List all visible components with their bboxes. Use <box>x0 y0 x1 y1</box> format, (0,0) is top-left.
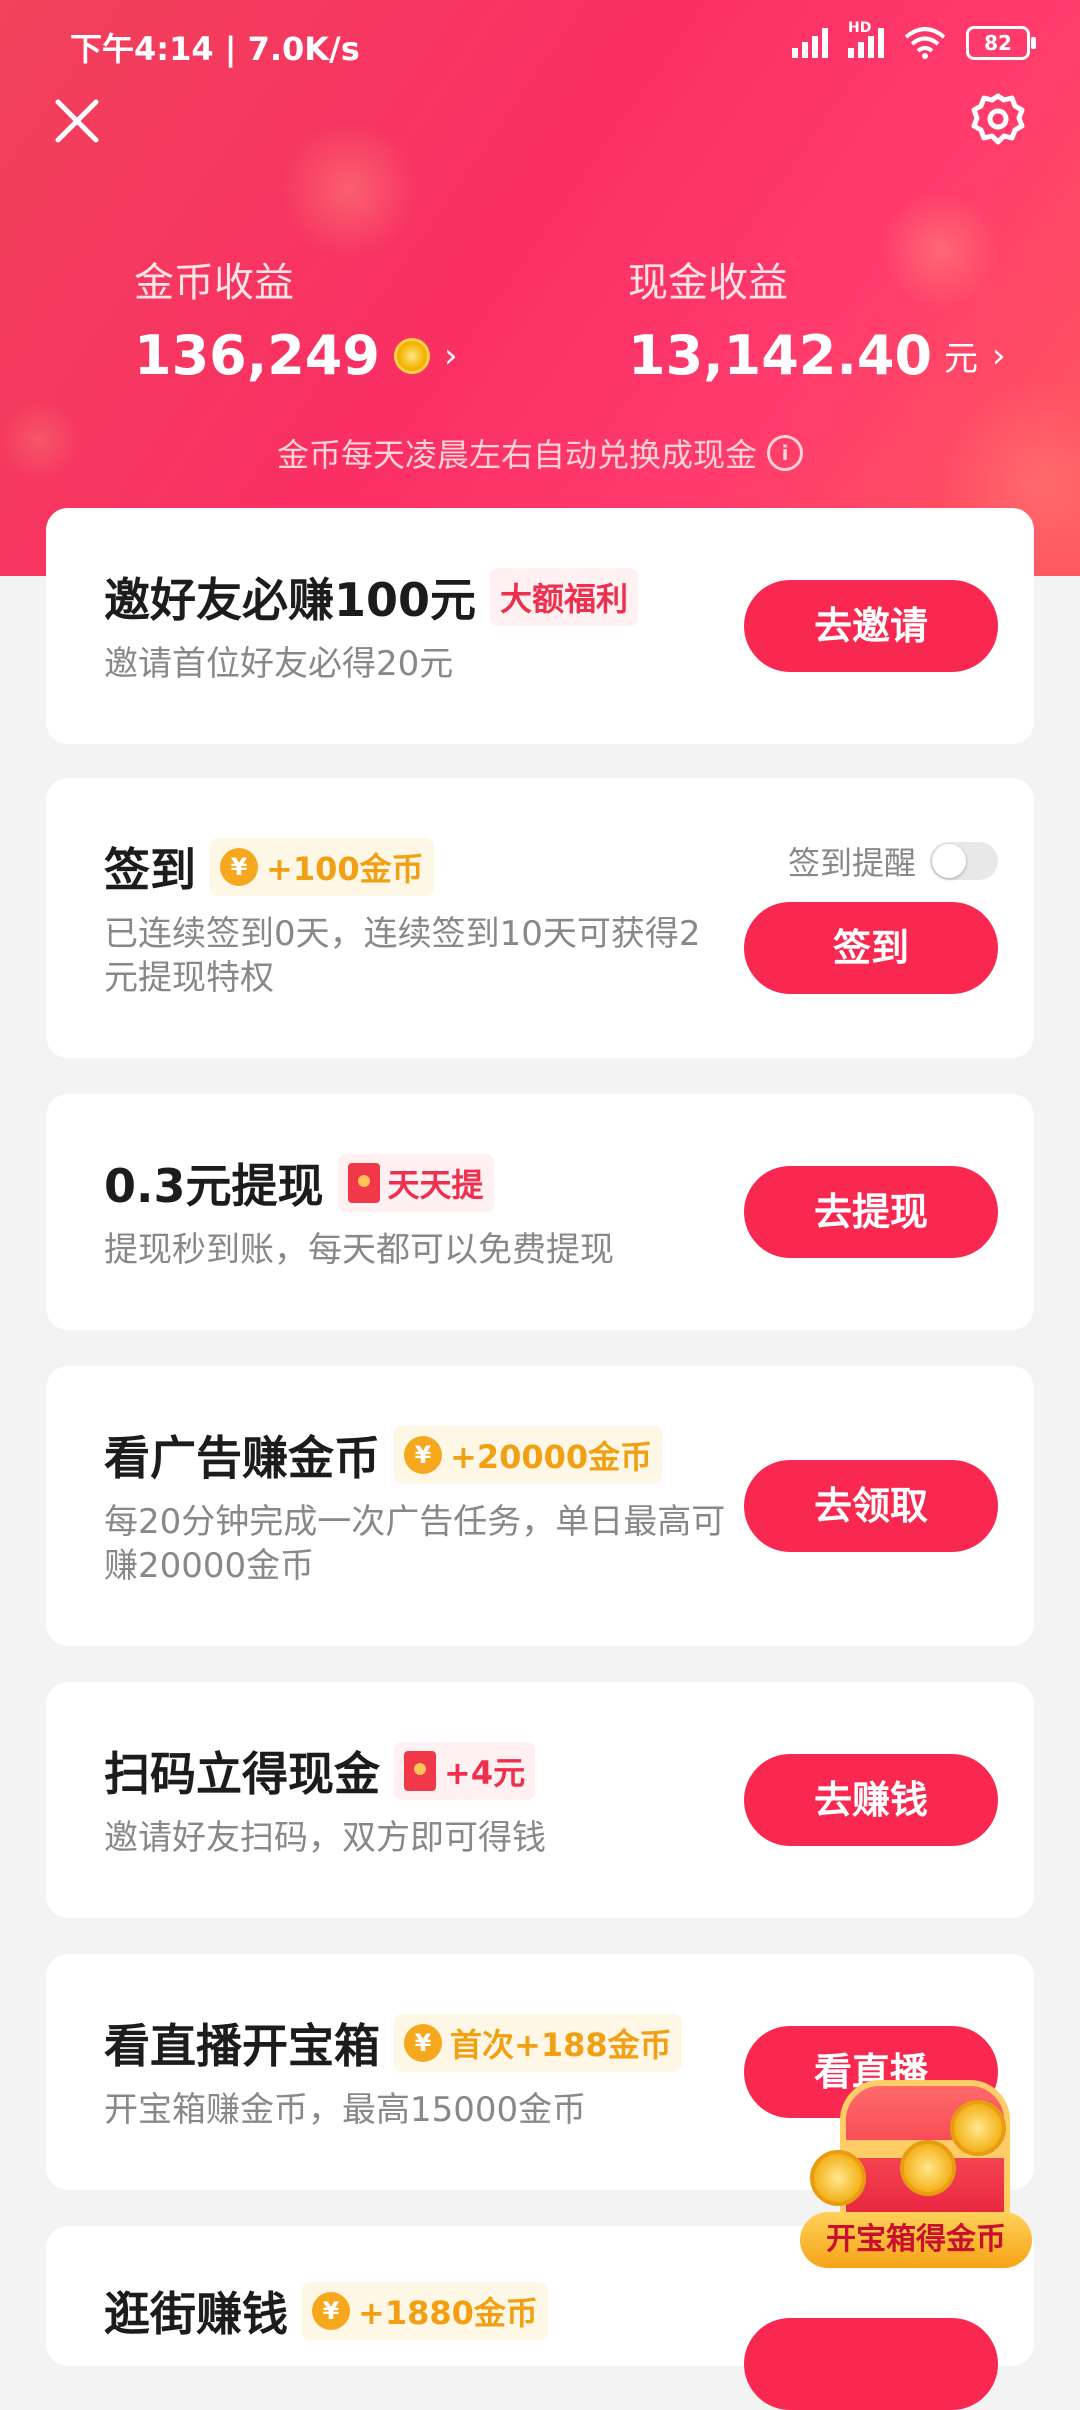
gear-icon[interactable] <box>968 90 1028 150</box>
badge-text: 首次+188金币 <box>450 2026 672 2064</box>
close-icon[interactable] <box>52 96 102 146</box>
claim-button[interactable]: 去领取 <box>744 1460 998 1552</box>
cash-income[interactable]: 现金收益 13,142.40 元 › <box>628 250 1006 387</box>
treasure-chest-float[interactable]: 开宝箱得金币 <box>800 2060 1040 2340</box>
earn-button[interactable]: 去赚钱 <box>744 1754 998 1846</box>
task-desc: 邀请好友扫码，双方即可得钱 <box>104 1818 546 1858</box>
task-title: 看广告赚金币 <box>104 1431 380 1485</box>
hint-text: 金币每天凌晨左右自动兑换成现金 <box>276 436 757 474</box>
withdraw-button[interactable]: 去提现 <box>744 1166 998 1258</box>
task-title: 扫码立得现金 <box>104 1747 380 1801</box>
task-desc: 开宝箱赚金币，最高15000金币 <box>104 2090 587 2130</box>
chevron-right-icon: › <box>443 335 458 376</box>
badge-text: 大额福利 <box>500 580 629 618</box>
task-desc: 提现秒到账，每天都可以免费提现 <box>104 1230 614 1270</box>
yen-coin-icon: ¥ <box>404 1436 442 1474</box>
yen-coin-icon: ¥ <box>404 2024 442 2062</box>
task-card-watch-ads: 看广告赚金币 ¥ +20000金币 每20分钟完成一次广告任务，单日最高可赚20… <box>46 1366 1034 1646</box>
badge-text: 天天提 <box>387 1166 484 1204</box>
checkin-button[interactable]: 签到 <box>744 902 998 994</box>
badge-text: +20000金币 <box>450 1438 653 1476</box>
task-desc: 已连续签到0天，连续签到10天可获得2元提现特权 <box>104 914 701 998</box>
checkin-reminder: 签到提醒 <box>788 838 998 884</box>
task-title: 看直播开宝箱 <box>104 2019 380 2073</box>
coin-income[interactable]: 金币收益 136,249 › <box>134 250 458 387</box>
task-title: 0.3元提现 <box>104 1159 324 1213</box>
task-badge: 天天提 <box>337 1154 494 1212</box>
task-badge: ¥ +100金币 <box>210 838 434 896</box>
gold-coin-icon <box>810 2150 866 2206</box>
coin-income-value: 136,249 <box>134 324 380 387</box>
hd-label: HD <box>848 20 872 36</box>
status-bar: 下午4:14 | 7.0K/s HD 82 <box>0 0 1080 96</box>
task-title: 签到 <box>104 843 196 897</box>
coin-income-label: 金币收益 <box>134 260 294 306</box>
task-desc: 邀请首位好友必得20元 <box>104 644 454 684</box>
task-card-checkin: 签到 ¥ +100金币 签到提醒 已连续签到0天，连续签到10天可获得2元提现特… <box>46 778 1034 1058</box>
task-card-scan: 扫码立得现金 +4元 邀请好友扫码，双方即可得钱 去赚钱 <box>46 1682 1034 1918</box>
gold-coin-icon <box>950 2100 1006 2156</box>
gold-coin-icon <box>900 2140 956 2196</box>
task-card-invite: 邀好友必赚100元 大额福利 邀请首位好友必得20元 去邀请 <box>46 508 1034 744</box>
earnings-header: 下午4:14 | 7.0K/s HD 82 金币收益 136,249 › 现金收… <box>0 0 1080 576</box>
treasure-label: 开宝箱得金币 <box>800 2212 1032 2268</box>
task-badge: ¥ +20000金币 <box>394 1426 663 1484</box>
cash-income-label: 现金收益 <box>628 260 788 306</box>
gold-coin-icon <box>393 337 430 374</box>
chevron-right-icon: › <box>992 335 1006 376</box>
task-badge: 大额福利 <box>490 568 639 626</box>
task-title: 邀好友必赚100元 <box>104 573 477 627</box>
reminder-toggle[interactable] <box>930 842 998 880</box>
cash-income-value: 13,142.40 <box>628 324 933 387</box>
signal-hd-icon: HD <box>848 20 884 58</box>
signal-icon <box>792 28 828 58</box>
red-envelope-icon <box>404 1751 436 1791</box>
battery-icon: 82 <box>966 26 1036 60</box>
badge-text: +4元 <box>444 1754 526 1792</box>
task-badge: ¥ +1880金币 <box>302 2282 548 2340</box>
badge-text: +100金币 <box>266 850 424 888</box>
cash-unit: 元 <box>944 339 979 379</box>
reminder-label: 签到提醒 <box>787 844 916 882</box>
info-icon[interactable]: i <box>767 435 803 471</box>
wifi-icon <box>904 27 946 59</box>
task-desc: 每20分钟完成一次广告任务，单日最高可赚20000金币 <box>104 1502 726 1586</box>
yen-coin-icon: ¥ <box>220 848 258 886</box>
yen-coin-icon: ¥ <box>312 2292 350 2330</box>
invite-button[interactable]: 去邀请 <box>744 580 998 672</box>
task-card-withdraw: 0.3元提现 天天提 提现秒到账，每天都可以免费提现 去提现 <box>46 1094 1034 1330</box>
status-time: 下午4:14 | 7.0K/s <box>70 30 360 68</box>
auto-exchange-hint: 金币每天凌晨左右自动兑换成现金 i <box>0 430 1080 476</box>
red-envelope-icon <box>347 1163 380 1203</box>
task-badge: ¥ 首次+188金币 <box>394 2014 682 2072</box>
task-badge: +4元 <box>394 1742 536 1800</box>
badge-text: +1880金币 <box>358 2294 538 2332</box>
task-title: 逛街赚钱 <box>104 2287 288 2341</box>
